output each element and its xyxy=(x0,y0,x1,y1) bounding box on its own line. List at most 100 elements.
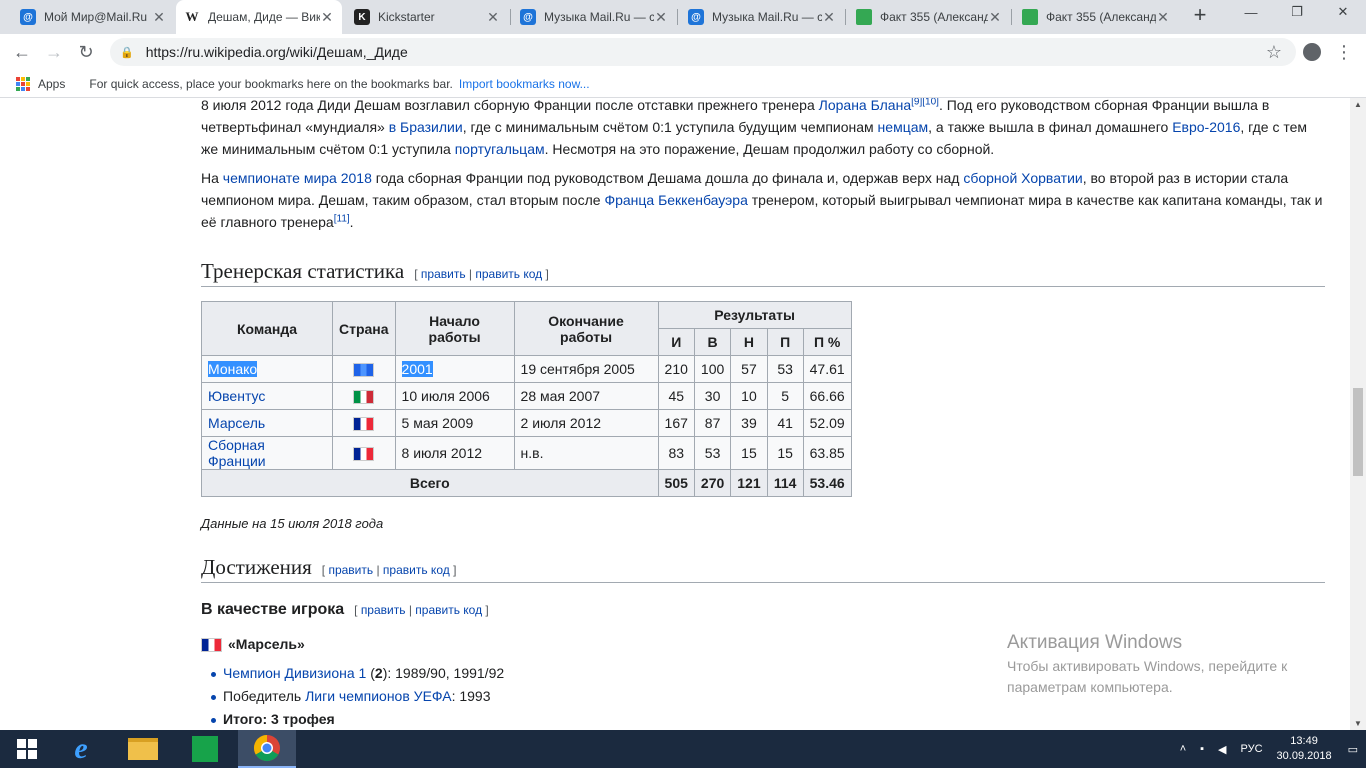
edit-links: [ править | править код ] xyxy=(354,603,489,617)
windows-activation-watermark: Активация Windows Чтобы активировать Win… xyxy=(1007,632,1288,695)
ref-link[interactable]: [11] xyxy=(334,213,350,224)
tab-title: Дешам, Диде — Википедия xyxy=(208,10,320,24)
windows-taskbar: e ˄ ▪ ◀ РУС 13:49 30.09.2018 ▭ xyxy=(0,730,1366,768)
page-scrollbar[interactable]: ▲ ▼ xyxy=(1350,98,1366,730)
edit-code-link[interactable]: править код xyxy=(475,267,542,281)
col-wins: В xyxy=(693,328,732,356)
close-icon[interactable]: ✕ xyxy=(152,9,166,26)
profile-button[interactable] xyxy=(1298,38,1326,66)
chrome-icon xyxy=(253,734,280,762)
internet-explorer-icon: e xyxy=(74,732,88,765)
network-icon[interactable]: ▪ xyxy=(1200,743,1204,755)
link-beckenbauer[interactable]: Франца Беккенбауэра xyxy=(604,192,747,208)
new-tab-button[interactable]: + xyxy=(1188,4,1212,28)
close-window-icon[interactable]: ✕ xyxy=(1320,0,1366,24)
team-link[interactable]: Ювентус xyxy=(208,388,265,404)
forward-button[interactable]: → xyxy=(40,38,68,66)
address-bar[interactable]: 🔒 https://ru.wikipedia.org/wiki/Дешам,_Д… xyxy=(110,38,1296,66)
tab-title: Мой Мир@Mail.Ru xyxy=(44,10,148,24)
system-tray: ˄ ▪ ◀ РУС 13:49 30.09.2018 ▭ xyxy=(1180,730,1366,768)
link-portuguese[interactable]: португальцам xyxy=(455,141,545,157)
close-icon[interactable]: ✕ xyxy=(654,9,668,26)
edit-links: [ править | править код ] xyxy=(414,267,549,281)
tab-kickstarter[interactable]: K Kickstarter ✕ xyxy=(346,0,508,34)
subsection-heading-player: В качестве игрока[ править | править код… xyxy=(201,601,489,618)
edit-link[interactable]: править xyxy=(361,603,406,617)
tab-music-1[interactable]: @ Музыка Mail.Ru — слушать ✕ xyxy=(512,0,676,34)
sheets-icon xyxy=(856,9,872,25)
star-icon[interactable]: ☆ xyxy=(1266,42,1282,63)
team-link[interactable]: Марсель xyxy=(208,415,265,431)
chevron-up-icon[interactable]: ˄ xyxy=(1180,743,1186,755)
tab-music-2[interactable]: @ Музыка Mail.Ru — слушать ✕ xyxy=(680,0,844,34)
mailru-icon: @ xyxy=(20,9,36,25)
edit-link[interactable]: править xyxy=(421,267,466,281)
link-croatia[interactable]: сборной Хорватии xyxy=(963,170,1082,186)
clock[interactable]: 13:49 30.09.2018 xyxy=(1277,734,1332,764)
tab-sheet-1[interactable]: Факт 355 (Александр ✕ xyxy=(848,0,1010,34)
edit-code-link[interactable]: править код xyxy=(383,563,450,577)
volume-icon[interactable]: ◀ xyxy=(1218,743,1226,756)
tab-mail-mir[interactable]: @ Мой Мир@Mail.Ru ✕ xyxy=(12,0,174,34)
apps-grid-icon[interactable] xyxy=(16,76,30,91)
back-button[interactable]: ← xyxy=(8,38,36,66)
import-bookmarks-link[interactable]: Import bookmarks now... xyxy=(459,77,590,91)
link-world-cup-2018[interactable]: чемпионате мира 2018 xyxy=(223,170,372,186)
edit-link[interactable]: править xyxy=(328,563,373,577)
tab-sheet-2[interactable]: Факт 355 (Александр ✕ xyxy=(1014,0,1178,34)
monaco-flag-icon xyxy=(353,363,375,378)
notifications-icon[interactable]: ▭ xyxy=(1348,743,1358,756)
link-division-1[interactable]: Чемпион Дивизиона 1 xyxy=(223,665,366,681)
minimize-icon[interactable]: — xyxy=(1228,0,1274,24)
bookmarks-bar: Apps For quick access, place your bookma… xyxy=(0,70,1366,98)
reload-button[interactable]: ↻ xyxy=(72,38,100,66)
ref-link[interactable]: [9][10] xyxy=(911,98,939,107)
window-controls: — ❐ ✕ xyxy=(1228,0,1366,34)
scroll-down-icon[interactable]: ▼ xyxy=(1350,719,1366,728)
apps-link[interactable]: Apps xyxy=(38,77,65,91)
france-flag-icon xyxy=(353,447,375,462)
kickstarter-icon: K xyxy=(354,9,370,25)
link-champions-league[interactable]: Лиги чемпионов УЕФА xyxy=(305,688,451,704)
mailru-icon: @ xyxy=(520,9,536,25)
col-team: Команда xyxy=(201,301,333,356)
team-link[interactable]: Монако xyxy=(208,361,258,377)
taskbar-store[interactable] xyxy=(178,730,232,768)
tab-title: Музыка Mail.Ru — слушать xyxy=(544,10,654,24)
link-germans[interactable]: немцам xyxy=(878,119,929,135)
coaching-stats-table: Команда Страна Начало работы Окончание р… xyxy=(201,301,852,497)
close-icon[interactable]: ✕ xyxy=(486,9,500,26)
taskbar-internet-explorer[interactable]: e xyxy=(54,730,108,768)
windows-logo-icon xyxy=(17,739,37,759)
scroll-thumb[interactable] xyxy=(1353,388,1363,476)
col-draws: Н xyxy=(730,328,768,356)
language-indicator[interactable]: РУС xyxy=(1241,743,1263,755)
col-end: Окончание работы xyxy=(513,301,659,356)
tab-strip: @ Мой Мир@Mail.Ru ✕ W Дешам, Диде — Вики… xyxy=(0,0,1366,34)
table-row: Ювентус 10 июля 2006 28 мая 2007 45 30 1… xyxy=(201,382,852,410)
scroll-up-icon[interactable]: ▲ xyxy=(1350,100,1366,109)
edit-code-link[interactable]: править код xyxy=(415,603,482,617)
col-start: Начало работы xyxy=(394,301,515,356)
link-brazil[interactable]: в Бразилии xyxy=(389,119,463,135)
col-results: Результаты xyxy=(657,301,852,329)
close-icon[interactable]: ✕ xyxy=(1156,9,1170,26)
tab-wikipedia[interactable]: W Дешам, Диде — Википедия ✕ xyxy=(176,0,342,34)
close-icon[interactable]: ✕ xyxy=(320,9,334,26)
close-icon[interactable]: ✕ xyxy=(988,9,1002,26)
edit-links: [ править | править код ] xyxy=(321,563,457,577)
menu-button[interactable]: ⋮ xyxy=(1330,38,1358,66)
account-icon xyxy=(1303,43,1321,61)
list-item: Итого: 3 трофея xyxy=(211,708,1325,730)
taskbar-file-explorer[interactable] xyxy=(116,730,170,768)
close-icon[interactable]: ✕ xyxy=(822,9,836,26)
taskbar-chrome[interactable] xyxy=(238,730,296,768)
link-euro-2016[interactable]: Евро-2016 xyxy=(1172,119,1240,135)
restore-icon[interactable]: ❐ xyxy=(1274,0,1320,24)
italy-flag-icon xyxy=(353,390,375,405)
start-button[interactable] xyxy=(0,730,54,768)
team-link[interactable]: Сборная Франции xyxy=(208,437,266,469)
tab-title: Факт 355 (Александр xyxy=(1046,10,1156,24)
link-laurent-blanc[interactable]: Лорана Блана xyxy=(819,98,911,113)
folder-icon xyxy=(128,738,158,760)
